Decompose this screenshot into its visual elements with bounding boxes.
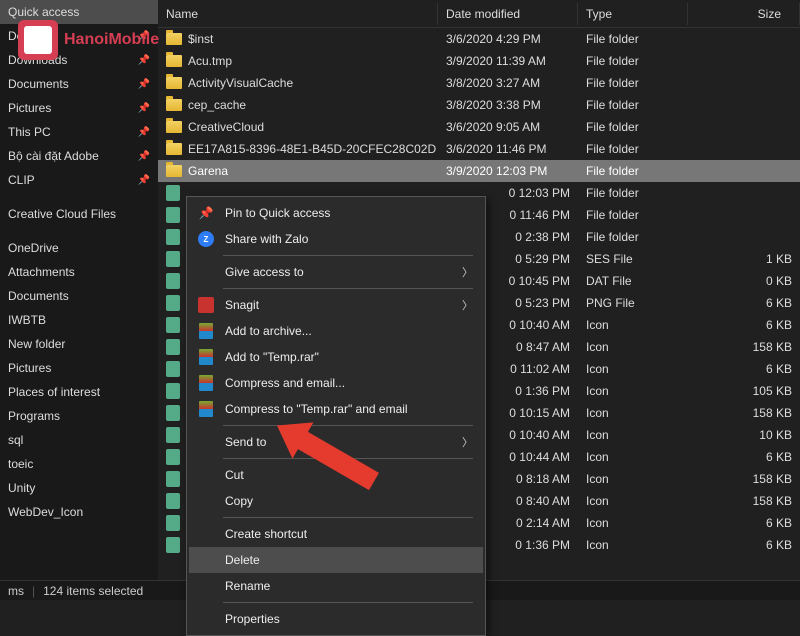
menu-compress-temp-email[interactable]: Compress to "Temp.rar" and email bbox=[189, 396, 483, 422]
folder-icon bbox=[166, 99, 182, 111]
menu-add-archive[interactable]: Add to archive... bbox=[189, 318, 483, 344]
header-size[interactable]: Size bbox=[688, 3, 800, 25]
folder-icon bbox=[166, 165, 182, 177]
menu-share-zalo[interactable]: ZShare with Zalo bbox=[189, 226, 483, 252]
table-row[interactable]: Garena3/9/2020 12:03 PMFile folder bbox=[158, 160, 800, 182]
snagit-icon bbox=[197, 296, 215, 314]
folder-icon bbox=[166, 77, 182, 89]
file-icon bbox=[166, 361, 180, 377]
sidebar-item-unity[interactable]: Unity bbox=[0, 476, 158, 500]
sidebar-item-places[interactable]: Places of interest bbox=[0, 380, 158, 404]
file-icon bbox=[166, 339, 180, 355]
status-selected: 124 items selected bbox=[43, 584, 143, 598]
context-menu: 📌Pin to Quick access ZShare with Zalo Gi… bbox=[186, 196, 486, 636]
pin-icon: 📌 bbox=[138, 79, 150, 90]
header-name[interactable]: Name bbox=[158, 3, 438, 25]
file-icon bbox=[166, 471, 180, 487]
sidebar-item-this-pc[interactable]: This PC📌 bbox=[0, 120, 158, 144]
menu-add-temp-rar[interactable]: Add to "Temp.rar" bbox=[189, 344, 483, 370]
pin-icon: 📌 bbox=[138, 127, 150, 138]
sidebar: Quick access Desktop📌 Downloads📌 Documen… bbox=[0, 0, 158, 580]
pin-icon: 📌 bbox=[138, 31, 150, 42]
column-headers: Name Date modified Type Size bbox=[158, 0, 800, 28]
menu-delete[interactable]: Delete bbox=[189, 547, 483, 573]
sidebar-item-quick-access[interactable]: Quick access bbox=[0, 0, 158, 24]
menu-create-shortcut[interactable]: Create shortcut bbox=[189, 521, 483, 547]
table-row[interactable]: EE17A815-8396-48E1-B45D-20CFEC28C02D3/6/… bbox=[158, 138, 800, 160]
pin-icon: 📌 bbox=[138, 175, 150, 186]
sidebar-item-sql[interactable]: sql bbox=[0, 428, 158, 452]
menu-properties[interactable]: Properties bbox=[189, 606, 483, 632]
rar-icon bbox=[197, 348, 215, 366]
file-icon bbox=[166, 427, 180, 443]
file-icon bbox=[166, 273, 180, 289]
header-date[interactable]: Date modified bbox=[438, 3, 578, 25]
menu-pin-quick-access[interactable]: 📌Pin to Quick access bbox=[189, 200, 483, 226]
rar-icon bbox=[197, 374, 215, 392]
file-icon bbox=[166, 317, 180, 333]
sidebar-item-pictures2[interactable]: Pictures bbox=[0, 356, 158, 380]
file-icon bbox=[166, 229, 180, 245]
folder-icon bbox=[166, 33, 182, 45]
sidebar-item-iwbtb[interactable]: IWBTB bbox=[0, 308, 158, 332]
chevron-right-icon: 〉 bbox=[462, 434, 473, 450]
file-icon bbox=[166, 207, 180, 223]
file-icon bbox=[166, 185, 180, 201]
menu-snagit[interactable]: Snagit〉 bbox=[189, 292, 483, 318]
menu-copy[interactable]: Copy bbox=[189, 488, 483, 514]
sidebar-item-documents2[interactable]: Documents bbox=[0, 284, 158, 308]
header-type[interactable]: Type bbox=[578, 3, 688, 25]
file-icon bbox=[166, 383, 180, 399]
file-icon bbox=[166, 537, 180, 553]
pin-icon: 📌 bbox=[138, 103, 150, 114]
sidebar-item-pictures[interactable]: Pictures📌 bbox=[0, 96, 158, 120]
chevron-right-icon: 〉 bbox=[462, 264, 473, 280]
status-items: ms bbox=[8, 584, 24, 598]
sidebar-item-toeic[interactable]: toeic bbox=[0, 452, 158, 476]
menu-cut[interactable]: Cut bbox=[189, 462, 483, 488]
sidebar-item-desktop[interactable]: Desktop📌 bbox=[0, 24, 158, 48]
table-row[interactable]: Acu.tmp3/9/2020 11:39 AMFile folder bbox=[158, 50, 800, 72]
folder-icon bbox=[166, 55, 182, 67]
file-icon bbox=[166, 515, 180, 531]
sidebar-item-webdev[interactable]: WebDev_Icon bbox=[0, 500, 158, 524]
chevron-right-icon: 〉 bbox=[462, 297, 473, 313]
menu-compress-email[interactable]: Compress and email... bbox=[189, 370, 483, 396]
pin-icon: 📌 bbox=[138, 151, 150, 162]
file-icon bbox=[166, 295, 180, 311]
pin-icon: 📌 bbox=[197, 204, 215, 222]
sidebar-item-clip[interactable]: CLIP📌 bbox=[0, 168, 158, 192]
sidebar-item-new-folder[interactable]: New folder bbox=[0, 332, 158, 356]
sidebar-item-downloads[interactable]: Downloads📌 bbox=[0, 48, 158, 72]
sidebar-item-programs[interactable]: Programs bbox=[0, 404, 158, 428]
menu-rename[interactable]: Rename bbox=[189, 573, 483, 599]
sidebar-item-documents[interactable]: Documents📌 bbox=[0, 72, 158, 96]
sidebar-item-creative-cloud[interactable]: Creative Cloud Files bbox=[0, 202, 158, 226]
sidebar-item-adobe[interactable]: Bộ cài đặt Adobe📌 bbox=[0, 144, 158, 168]
table-row[interactable]: ActivityVisualCache3/8/2020 3:27 AMFile … bbox=[158, 72, 800, 94]
file-icon bbox=[166, 405, 180, 421]
rar-icon bbox=[197, 400, 215, 418]
sidebar-item-onedrive[interactable]: OneDrive bbox=[0, 236, 158, 260]
sidebar-item-attachments[interactable]: Attachments bbox=[0, 260, 158, 284]
folder-icon bbox=[166, 143, 182, 155]
table-row[interactable]: $inst3/6/2020 4:29 PMFile folder bbox=[158, 28, 800, 50]
file-icon bbox=[166, 251, 180, 267]
rar-icon bbox=[197, 322, 215, 340]
file-icon bbox=[166, 493, 180, 509]
pin-icon: 📌 bbox=[138, 55, 150, 66]
file-icon bbox=[166, 449, 180, 465]
table-row[interactable]: CreativeCloud3/6/2020 9:05 AMFile folder bbox=[158, 116, 800, 138]
menu-give-access[interactable]: Give access to〉 bbox=[189, 259, 483, 285]
menu-send-to[interactable]: Send to〉 bbox=[189, 429, 483, 455]
table-row[interactable]: cep_cache3/8/2020 3:38 PMFile folder bbox=[158, 94, 800, 116]
folder-icon bbox=[166, 121, 182, 133]
zalo-icon: Z bbox=[197, 230, 215, 248]
